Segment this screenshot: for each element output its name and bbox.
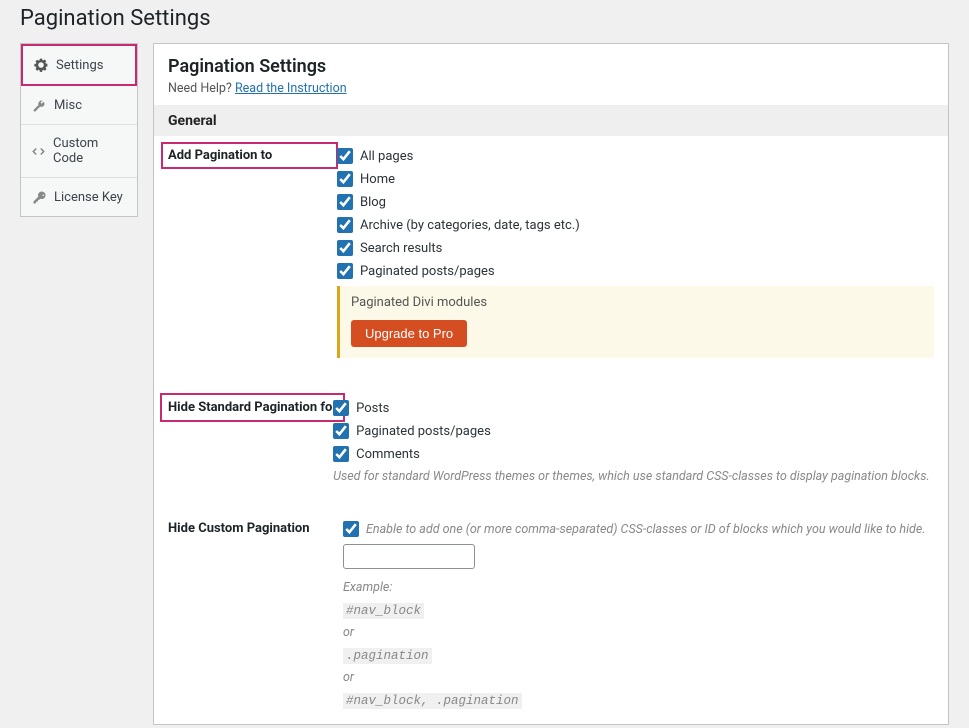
cb-posts[interactable] (333, 400, 349, 416)
section-general-header: General (154, 106, 948, 136)
cb-blog-row[interactable]: Blog (337, 194, 934, 210)
help-line: Need Help? Read the Instruction (168, 81, 934, 96)
label-add-pagination-to: Add Pagination to (162, 143, 337, 168)
sidebar-item-custom-code[interactable]: Custom Code (21, 125, 137, 178)
cb-paginated-posts[interactable] (333, 423, 349, 439)
settings-sidebar: Settings Misc Custom Code (20, 43, 138, 725)
cb-paginated[interactable] (337, 263, 353, 279)
sidebar-item-license-key[interactable]: License Key (21, 178, 137, 216)
hide-standard-help: Used for standard WordPress themes or th… (333, 469, 934, 484)
cb-paginated-posts-row[interactable]: Paginated posts/pages (333, 423, 934, 439)
gear-icon (33, 57, 49, 73)
sidebar-item-settings[interactable]: Settings (21, 44, 137, 86)
hide-custom-input[interactable] (343, 544, 475, 569)
cb-archive[interactable] (337, 217, 353, 233)
cb-comments-row[interactable]: Comments (333, 446, 934, 462)
sidebar-item-label: License Key (54, 190, 123, 205)
cb-search[interactable] (337, 240, 353, 256)
upgrade-to-pro-button[interactable]: Upgrade to Pro (351, 320, 467, 347)
label-hide-standard-pagination: Hide Standard Pagination for (162, 395, 343, 420)
cb-paginated-row[interactable]: Paginated posts/pages (337, 263, 934, 279)
sidebar-item-label: Custom Code (53, 136, 127, 166)
panel-heading: Pagination Settings (168, 56, 934, 77)
page-title: Pagination Settings (20, 6, 949, 31)
wrench-icon (31, 97, 47, 113)
code-icon (31, 143, 46, 159)
pro-notice-text: Paginated Divi modules (351, 295, 923, 310)
cb-home-row[interactable]: Home (337, 171, 934, 187)
cb-comments[interactable] (333, 446, 349, 462)
pro-notice: Paginated Divi modules Upgrade to Pro (337, 286, 934, 358)
cb-home[interactable] (337, 171, 353, 187)
key-icon (31, 189, 47, 205)
sidebar-item-misc[interactable]: Misc (21, 86, 137, 125)
hide-custom-example: Example: #nav_block or .pagination or #n… (343, 577, 934, 712)
cb-all-pages[interactable] (337, 148, 353, 164)
cb-search-row[interactable]: Search results (337, 240, 934, 256)
sidebar-item-label: Misc (54, 98, 82, 113)
cb-all-pages-row[interactable]: All pages (337, 148, 934, 164)
cb-hide-custom[interactable] (343, 521, 359, 537)
read-instruction-link[interactable]: Read the Instruction (235, 81, 347, 96)
cb-blog[interactable] (337, 194, 353, 210)
label-hide-custom-pagination: Hide Custom Pagination (168, 521, 343, 712)
cb-hide-custom-row[interactable]: Enable to add one (or more comma-separat… (343, 521, 934, 537)
cb-posts-row[interactable]: Posts (333, 400, 934, 416)
cb-archive-row[interactable]: Archive (by categories, date, tags etc.) (337, 217, 934, 233)
sidebar-item-label: Settings (56, 58, 103, 73)
main-panel: Pagination Settings Need Help? Read the … (153, 43, 949, 725)
